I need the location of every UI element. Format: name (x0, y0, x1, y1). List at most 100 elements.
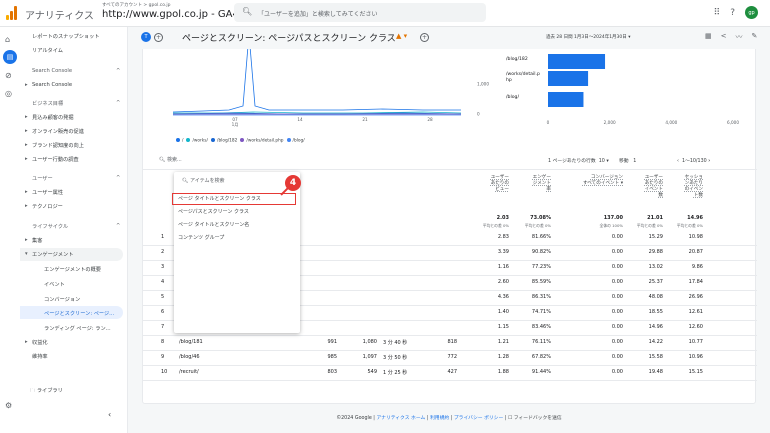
cell-vpu: 1.88 (497, 369, 509, 375)
comparison-badge[interactable]: T (141, 32, 151, 42)
cell-conv: 0.00 (611, 279, 623, 285)
cell-eps: 10.98 (688, 234, 703, 240)
reports-icon[interactable]: ▤ (3, 50, 17, 64)
sidebar-item-pages-screens[interactable]: ページとスクリーン: ページ... (44, 310, 114, 317)
sidebar-item-behavior[interactable]: ▸ ユーザー行動の調査 (25, 156, 79, 163)
sidebar-item-realtime[interactable]: リアルタイム (32, 47, 63, 54)
sidebar-item-retention[interactable]: 維持率 (32, 353, 48, 360)
cell-conv: 0.00 (611, 339, 623, 345)
apps-grid-icon[interactable]: ⠿ (714, 8, 721, 18)
sidebar-section-user[interactable]: ユーザー ^ (32, 175, 120, 182)
sidebar-section-lifecycle[interactable]: ライフサイクル ^ (32, 223, 120, 230)
cell-eps: 12.61 (688, 309, 703, 315)
table-search[interactable]: 🔍︎ 検索... (159, 156, 182, 163)
help-icon[interactable]: ? (730, 8, 735, 18)
legend-item[interactable]: /blog/ (293, 139, 305, 144)
cell-path[interactable]: /recruit/ (179, 369, 259, 375)
sidebar-item-acquisition[interactable]: ▸ 集客 (25, 237, 43, 244)
sidebar-item-engagement[interactable]: ▾ エンゲージメント (25, 251, 73, 258)
sidebar-item-landing-page[interactable]: ランディング ページ: ラン... (44, 325, 111, 332)
avatar[interactable]: gp (745, 6, 758, 19)
sidebar-item-label: ユーザー属性 (32, 190, 64, 196)
sidebar-item-label: 集客 (32, 238, 43, 244)
sidebar-section-business[interactable]: ビジネス目標 ^ (32, 100, 120, 107)
footer-privacy-link[interactable]: プライバシー ポリシー (454, 416, 503, 421)
cell-path[interactable]: /blog/46 (179, 354, 259, 360)
share-icon[interactable]: < (721, 32, 727, 42)
sidebar-item-snapshot[interactable]: レポートのスナップショット (32, 33, 99, 40)
brand-name[interactable]: アナリティクス (25, 7, 94, 22)
chevron-up-icon: ^ (116, 68, 121, 74)
warning-icon[interactable]: ▲ ▾ (396, 32, 407, 40)
rows-per-page[interactable]: 1 ページあたりの行数 10 ▾ (548, 157, 609, 164)
sidebar-item-tech[interactable]: ▸ テクノロジー (25, 203, 63, 210)
sidebar-section-label: ユーザー (32, 176, 53, 182)
sidebar-item-leads[interactable]: ▸ 見込み顧客の発掘 (25, 114, 74, 121)
cell-er: 77.23% (531, 264, 551, 270)
sidebar-item-events[interactable]: イベント (44, 281, 65, 288)
advertising-icon[interactable]: ◎ (5, 89, 12, 98)
dropdown-item-page-path-screen-class[interactable]: ページパスとスクリーン クラス (178, 208, 249, 215)
dropdown-search[interactable]: 🔍︎ アイテムを検索 (182, 177, 224, 184)
legend-item[interactable]: /blog/182 (217, 139, 237, 144)
legend-item[interactable]: /works/detail.php (246, 139, 283, 144)
edit-report-icon[interactable]: ▦ (705, 32, 712, 42)
table-row[interactable]: 10/recruit/803 549 1 分 25 秒 427 1.88 91.44% 0.… (143, 366, 757, 380)
footer-feedback-link[interactable]: フィードバックを送信 (514, 416, 562, 421)
bar-x-tick-label: 4,000 (665, 120, 677, 125)
dropdown-item-page-title-screen-name[interactable]: ページ タイトルとスクリーン名 (178, 221, 249, 228)
sidebar-item-conversions[interactable]: コンバージョン (44, 296, 80, 303)
footer-separator: | (450, 416, 453, 421)
cell-path[interactable]: /blog/181 (179, 339, 259, 345)
pencil-icon[interactable]: ✎ (752, 32, 758, 42)
sidebar-item-search-console[interactable]: ▸ Search Console (25, 82, 72, 88)
col-engagement-rate[interactable]: エンゲー ジメント 率 (520, 175, 551, 193)
account-breadcrumb[interactable]: すべてのアカウント > gpol.co.jp (102, 2, 170, 8)
table-toolbar: 🔍︎ 検索... 1 ページあたりの行数 10 ▾ 移動 1 ‹ 1～10/13… (143, 154, 757, 168)
dropdown-item-content-group[interactable]: コンテンツ グループ (178, 234, 224, 241)
cell-vpu: 3.39 (497, 249, 509, 255)
search-input[interactable]: 🔍︎ 「ユーザーを追加」と検索してみてください (234, 3, 486, 22)
settings-gear-icon[interactable]: ⚙ (5, 401, 12, 410)
x-tick-label: 14 (297, 117, 303, 122)
col-events-per-session[interactable]: セッショ ンあたり のイベン ト数 (673, 175, 703, 199)
insights-icon[interactable]: 〰 (736, 32, 743, 42)
col-events-per-user[interactable]: ユーザー あたりの イベント 数 (635, 175, 663, 199)
cell-er: 83.46% (531, 324, 551, 330)
legend-item[interactable]: /works/ (192, 139, 208, 144)
footer-home-link[interactable]: アナリティクス ホーム (376, 416, 425, 421)
report-header: T + ページとスクリーン: ページパスとスクリーン クラス ▲ ▾ + 過去 … (128, 27, 770, 49)
table-row[interactable]: 8/blog/181 991 1,080 3 分 40 秒 818 1.21 76.11% 0… (143, 336, 757, 350)
add-dimension-icon[interactable]: + (420, 33, 429, 42)
home-icon[interactable]: ⌂ (5, 35, 10, 44)
footer-terms-link[interactable]: 利用規約 (430, 416, 449, 421)
sidebar-item-engagement-overview[interactable]: エンゲージメントの概要 (44, 266, 101, 273)
sidebar-section-search-console[interactable]: Search Console ^ (32, 68, 120, 74)
explore-icon[interactable]: ⊘ (5, 71, 12, 80)
property-selector[interactable]: http://www.gpol.co.jp - GA4 ▾ (102, 9, 247, 20)
search-icon: 🔍︎ (242, 7, 253, 16)
table-row[interactable]: 9/blog/46 985 1,097 3 分 50 秒 772 1.28 67.82% 0.… (143, 351, 757, 365)
cell-users: 1,097 (362, 354, 377, 360)
add-comparison-icon[interactable]: + (154, 33, 163, 42)
date-range-selector[interactable]: 過去 28 日間 1月3日～2024年1月30日 ▾ (546, 34, 631, 40)
sidebar-item-demographics[interactable]: ▸ ユーザー属性 (25, 189, 64, 196)
col-views-per-user[interactable]: ユーザー あたりの ビュー (479, 175, 509, 193)
col-conversions[interactable]: コンバージョン すべてのイベント ▾ (563, 175, 623, 187)
collapse-sidebar-icon[interactable]: ‹ (108, 410, 111, 419)
sidebar-library[interactable]: 🗀 ライブラリ (30, 387, 63, 396)
y-tick-label: 0 (477, 112, 480, 117)
chevron-up-icon: ^ (116, 100, 121, 106)
prev-page-icon[interactable]: ‹ (677, 159, 679, 164)
sidebar-item-brand[interactable]: ▸ ブランド認知度の向上 (25, 142, 84, 149)
analytics-logo[interactable] (6, 6, 18, 20)
caret-down-icon: ▾ (25, 251, 28, 257)
cell-epu: 14.96 (648, 324, 663, 330)
cell-epu: 18.55 (648, 309, 663, 315)
sidebar-item-sales[interactable]: ▸ オンライン販売の促進 (25, 128, 84, 135)
goto-page[interactable]: 移動 1 (619, 157, 636, 164)
total-value: 14.96 (687, 215, 703, 221)
legend-item[interactable]: / (182, 139, 183, 144)
next-page-icon[interactable]: › (708, 159, 710, 164)
sidebar-item-monetization[interactable]: ▸ 収益化 (25, 339, 48, 346)
